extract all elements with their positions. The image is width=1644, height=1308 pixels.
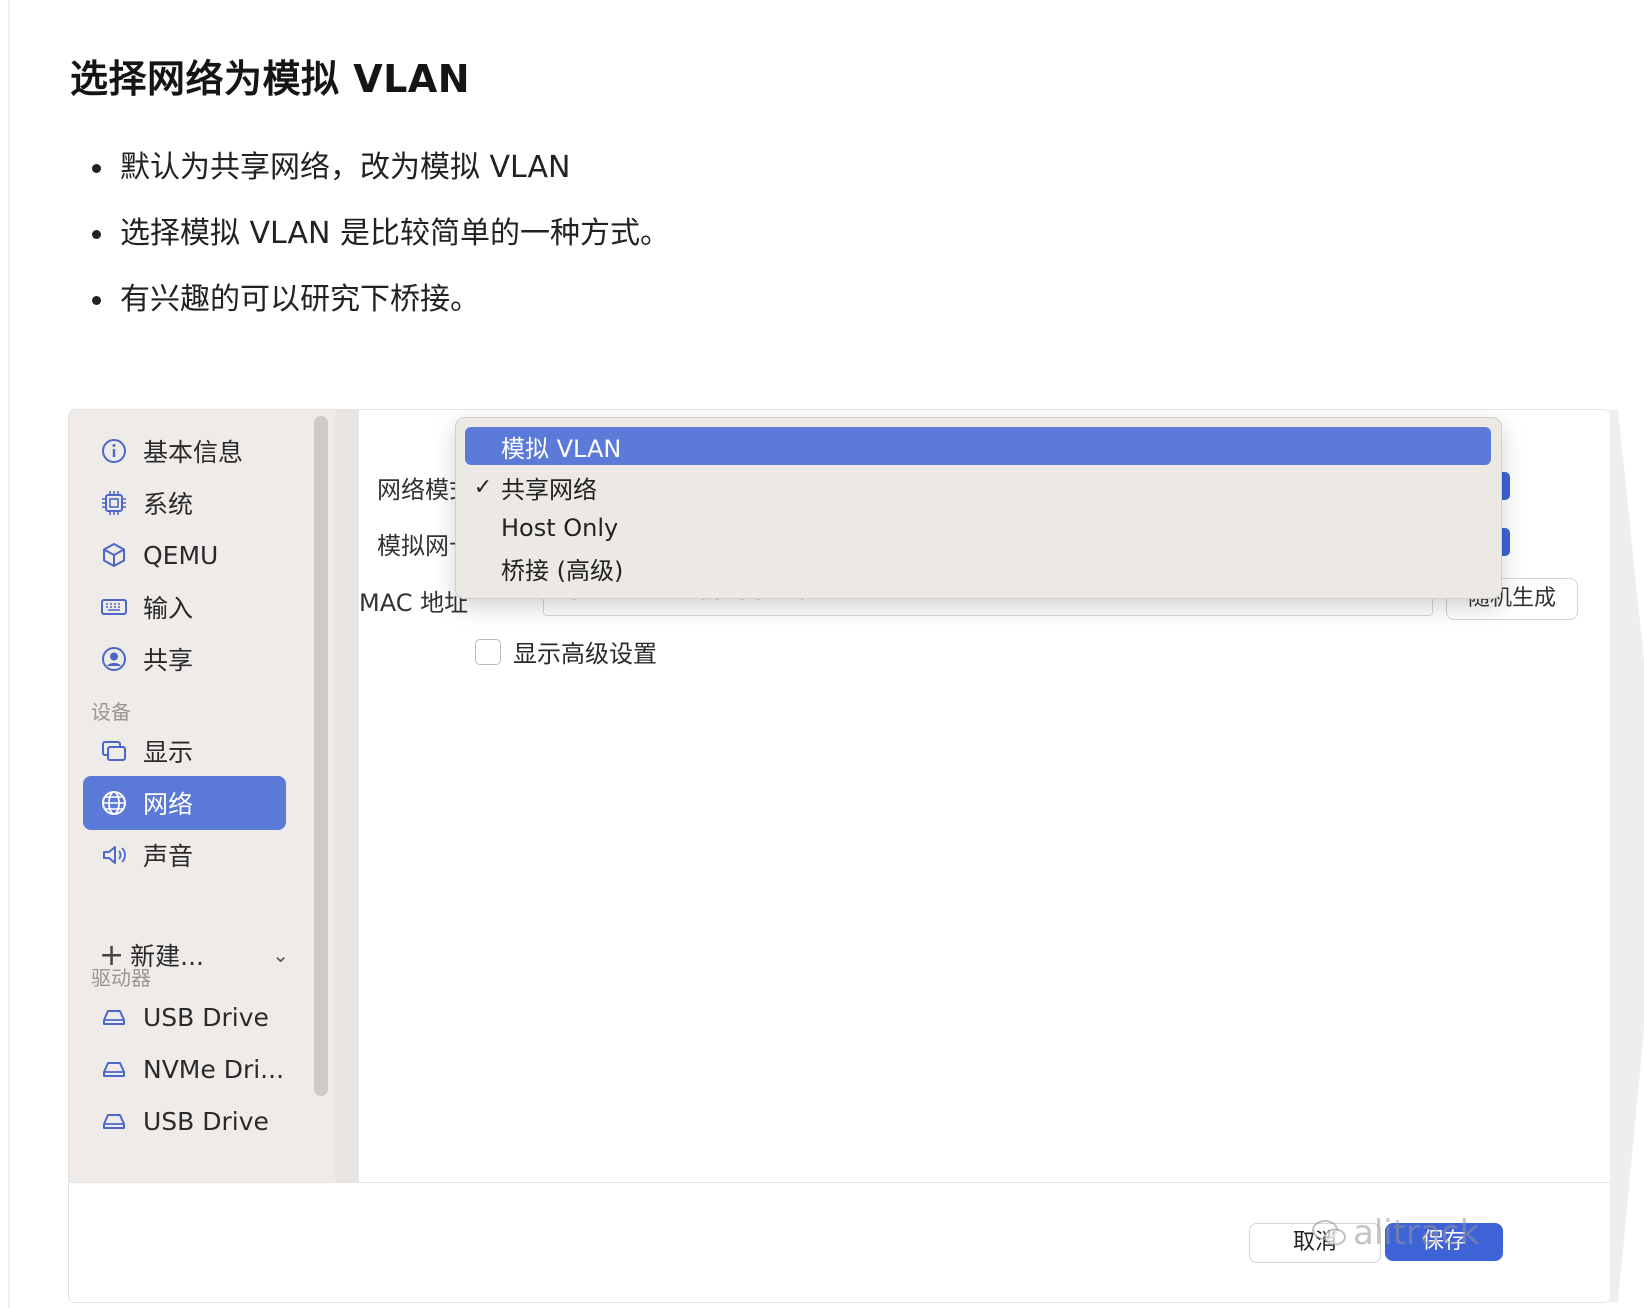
sidebar-divider <box>335 410 359 1182</box>
chevron-down-icon: ⌄ <box>272 943 289 967</box>
sidebar-item-label: 系统 <box>143 490 194 519</box>
sidebar-item-sharing[interactable]: 共享 <box>83 632 286 686</box>
network-mode-popup[interactable] <box>1502 472 1510 500</box>
vm-settings-window: 基本信息 系统 QEMU 输入 共享 设备 显示 网络 声音 + 新建... ⌄… <box>69 410 1610 1302</box>
sidebar-section-devices: 设备 <box>91 700 131 724</box>
menu-item-label: 桥接 (高级) <box>501 556 624 585</box>
sidebar-item-label: 网络 <box>143 790 194 819</box>
sidebar-item-label: NVMe Dri... <box>143 1054 285 1084</box>
chip-icon <box>97 486 131 520</box>
sidebar-item-display[interactable]: 显示 <box>83 724 286 778</box>
checkmark-icon: ✓ <box>473 474 493 500</box>
page-left-rule <box>8 0 10 1308</box>
network-mode-menu: 模拟 VLAN ✓ 共享网络 Host Only 桥接 (高级) <box>455 417 1502 599</box>
sidebar-item-sound[interactable]: 声音 <box>83 828 286 882</box>
sidebar-item-input[interactable]: 输入 <box>83 580 286 634</box>
sidebar-item-label: 声音 <box>143 842 194 871</box>
sidebar-item-basic-info[interactable]: 基本信息 <box>83 424 286 478</box>
cube-icon <box>97 538 131 572</box>
show-advanced-toggle[interactable]: 显示高级设置 <box>475 634 657 669</box>
drive-icon <box>97 1104 131 1138</box>
menu-item-label: 模拟 VLAN <box>501 434 622 463</box>
sidebar-item-label: 输入 <box>143 594 194 623</box>
watermark: alitrack <box>1311 1213 1479 1253</box>
window-footer: 取消 保存 alitrack <box>69 1182 1610 1302</box>
menu-item-label: Host Only <box>501 514 619 542</box>
globe-icon <box>97 786 131 820</box>
sidebar-scrollbar[interactable] <box>314 416 328 1096</box>
sidebar-item-label: 共享 <box>143 646 194 675</box>
sidebar-item-label: 基本信息 <box>143 438 244 467</box>
watermark-text: alitrack <box>1353 1213 1480 1253</box>
bullet-item: 选择模拟 VLAN 是比较简单的一种方式。 <box>92 214 670 280</box>
sidebar-item-system[interactable]: 系统 <box>83 476 286 530</box>
keyboard-icon <box>97 590 131 624</box>
person-circle-icon <box>97 642 131 676</box>
menu-item-label: 共享网络 <box>501 475 597 504</box>
display-icon <box>97 734 131 768</box>
sidebar-item-drive[interactable]: USB Drive <box>83 1094 286 1148</box>
sidebar-item-label: QEMU <box>143 540 219 570</box>
sidebar-section-drives: 驱动器 <box>91 966 151 990</box>
sidebar-item-label: 显示 <box>143 738 194 767</box>
drive-icon <box>97 1052 131 1086</box>
speaker-icon <box>97 838 131 872</box>
menu-item-shared-network[interactable]: ✓ 共享网络 <box>465 468 1491 506</box>
mac-address-label: MAC 地址 <box>359 589 469 617</box>
sidebar-item-drive[interactable]: NVMe Dri... <box>83 1042 286 1096</box>
drive-icon <box>97 1000 131 1034</box>
sidebar-item-drive[interactable]: USB Drive <box>83 990 286 1044</box>
sidebar-item-label: USB Drive <box>143 1106 269 1136</box>
advanced-checkbox[interactable] <box>475 638 501 665</box>
menu-item-bridged[interactable]: 桥接 (高级) <box>465 549 1491 587</box>
bullet-list: 默认为共享网络，改为模拟 VLAN 选择模拟 VLAN 是比较简单的一种方式。 … <box>92 148 670 346</box>
page-curl-shadow <box>1610 410 1644 1302</box>
emulated-nic-popup[interactable] <box>1502 528 1510 556</box>
advanced-checkbox-label: 显示高级设置 <box>513 640 657 668</box>
bullet-item: 有兴趣的可以研究下桥接。 <box>92 280 670 346</box>
sidebar-item-label: USB Drive <box>143 1002 269 1032</box>
sidebar-item-qemu[interactable]: QEMU <box>83 528 286 582</box>
wechat-icon <box>1312 1220 1346 1246</box>
menu-item-host-only[interactable]: Host Only <box>465 509 1491 547</box>
menu-item-emulated-vlan[interactable]: 模拟 VLAN <box>465 427 1491 465</box>
settings-sidebar: 基本信息 系统 QEMU 输入 共享 设备 显示 网络 声音 + 新建... ⌄… <box>69 410 335 1182</box>
info-icon <box>97 434 131 468</box>
page-title: 选择网络为模拟 VLAN <box>70 57 471 101</box>
sidebar-item-network[interactable]: 网络 <box>83 776 286 830</box>
bullet-item: 默认为共享网络，改为模拟 VLAN <box>92 148 670 214</box>
